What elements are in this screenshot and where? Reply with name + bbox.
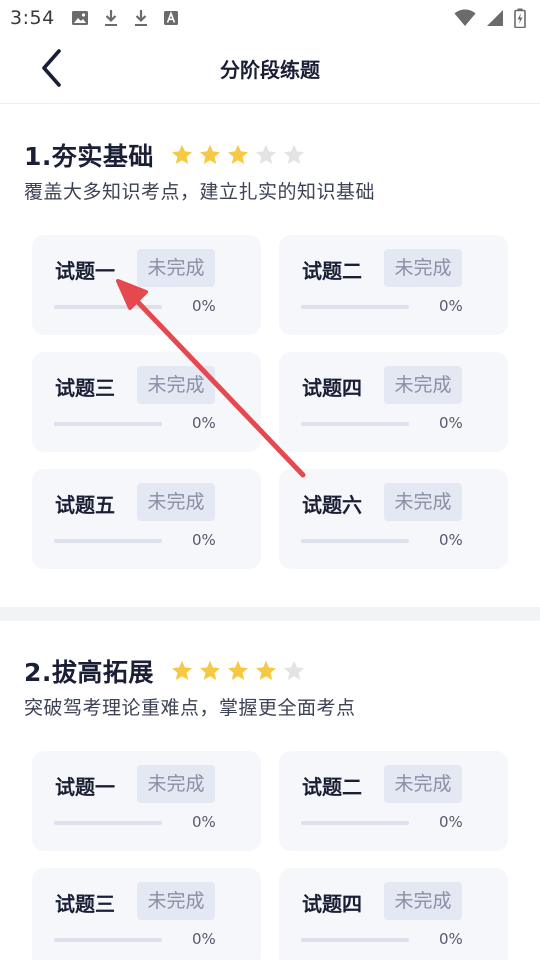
section-description: 突破驾考理论重难点，掌握更全面考点 <box>24 697 356 719</box>
section-title: 2.拔高拓展 <box>24 658 154 687</box>
progress-bar <box>301 938 409 942</box>
image-icon <box>71 10 89 26</box>
app-header: 分阶段练题 <box>0 36 540 104</box>
exercise-name: 试题四 <box>302 376 362 400</box>
status-badge: 未完成 <box>137 765 215 803</box>
status-system-icons <box>454 8 526 28</box>
difficulty-rating <box>170 143 306 167</box>
section-divider <box>0 607 540 621</box>
section-advanced: 2.拔高拓展 突破驾考理论重难点，掌握更全面考点 试题一 未完成 0% 试题二 未完成 0… <box>0 621 540 960</box>
section-header: 2.拔高拓展 <box>24 653 306 689</box>
progress-bar <box>54 938 162 942</box>
progress-percent: 0% <box>192 297 216 315</box>
signal-icon <box>486 9 504 27</box>
exercise-card[interactable]: 试题一 未完成 0% <box>32 751 261 851</box>
exercise-card[interactable]: 试题六 未完成 0% <box>279 469 508 569</box>
status-badge: 未完成 <box>384 249 462 287</box>
exercise-name: 试题四 <box>302 892 362 916</box>
status-badge: 未完成 <box>384 765 462 803</box>
progress-percent: 0% <box>439 414 463 432</box>
battery-icon <box>514 8 526 28</box>
exercise-name: 试题六 <box>302 493 362 517</box>
page-title: 分阶段练题 <box>220 58 320 82</box>
exercise-name: 试题二 <box>302 259 362 283</box>
star-filled-icon <box>170 143 194 167</box>
status-badge: 未完成 <box>384 483 462 521</box>
exercise-card[interactable]: 试题三 未完成 0% <box>32 868 261 960</box>
star-empty-icon <box>282 143 306 167</box>
progress-bar <box>54 539 162 543</box>
status-badge: 未完成 <box>137 483 215 521</box>
exercise-card[interactable]: 试题三 未完成 0% <box>32 352 261 452</box>
star-filled-icon <box>226 659 250 683</box>
progress-bar <box>54 305 162 309</box>
star-empty-icon <box>254 143 278 167</box>
star-filled-icon <box>254 659 278 683</box>
status-badge: 未完成 <box>137 366 215 404</box>
progress-percent: 0% <box>439 531 463 549</box>
progress-bar <box>301 821 409 825</box>
section-title: 1.夯实基础 <box>24 142 154 171</box>
status-badge: 未完成 <box>384 882 462 920</box>
progress-percent: 0% <box>439 297 463 315</box>
exercise-name: 试题二 <box>302 775 362 799</box>
star-filled-icon <box>198 659 222 683</box>
progress-bar <box>54 821 162 825</box>
status-badge: 未完成 <box>384 366 462 404</box>
star-empty-icon <box>282 659 306 683</box>
star-filled-icon <box>198 143 222 167</box>
download-icon <box>133 9 149 27</box>
exercise-name: 试题一 <box>55 775 115 799</box>
download-icon <box>103 9 119 27</box>
progress-percent: 0% <box>192 414 216 432</box>
exercise-name: 试题三 <box>55 892 115 916</box>
status-notification-icons <box>71 9 179 27</box>
progress-percent: 0% <box>192 813 216 831</box>
exercise-name: 试题一 <box>55 259 115 283</box>
progress-bar <box>301 539 409 543</box>
status-badge: 未完成 <box>137 249 215 287</box>
exercise-card[interactable]: 试题二 未完成 0% <box>279 235 508 335</box>
progress-percent: 0% <box>192 531 216 549</box>
wifi-icon <box>454 9 476 27</box>
status-bar: 3:54 <box>0 0 540 36</box>
progress-bar <box>54 422 162 426</box>
progress-bar <box>301 305 409 309</box>
star-filled-icon <box>170 659 194 683</box>
star-filled-icon <box>226 143 250 167</box>
progress-percent: 0% <box>439 930 463 948</box>
progress-percent: 0% <box>192 930 216 948</box>
font-icon <box>163 10 179 26</box>
status-badge: 未完成 <box>137 882 215 920</box>
progress-percent: 0% <box>439 813 463 831</box>
progress-bar <box>301 422 409 426</box>
exercise-card[interactable]: 试题一 未完成 0% <box>32 235 261 335</box>
difficulty-rating <box>170 659 306 683</box>
exercise-name: 试题三 <box>55 376 115 400</box>
exercise-card[interactable]: 试题二 未完成 0% <box>279 751 508 851</box>
status-time: 3:54 <box>10 7 55 29</box>
section-header: 1.夯实基础 <box>24 137 306 173</box>
section-basic: 1.夯实基础 覆盖大多知识考点，建立扎实的知识基础 试题一 未完成 0% 试题二 未完成… <box>0 105 540 607</box>
exercise-card[interactable]: 试题四 未完成 0% <box>279 868 508 960</box>
exercise-card[interactable]: 试题四 未完成 0% <box>279 352 508 452</box>
exercise-name: 试题五 <box>55 493 115 517</box>
exercise-card[interactable]: 试题五 未完成 0% <box>32 469 261 569</box>
section-description: 覆盖大多知识考点，建立扎实的知识基础 <box>24 181 376 203</box>
